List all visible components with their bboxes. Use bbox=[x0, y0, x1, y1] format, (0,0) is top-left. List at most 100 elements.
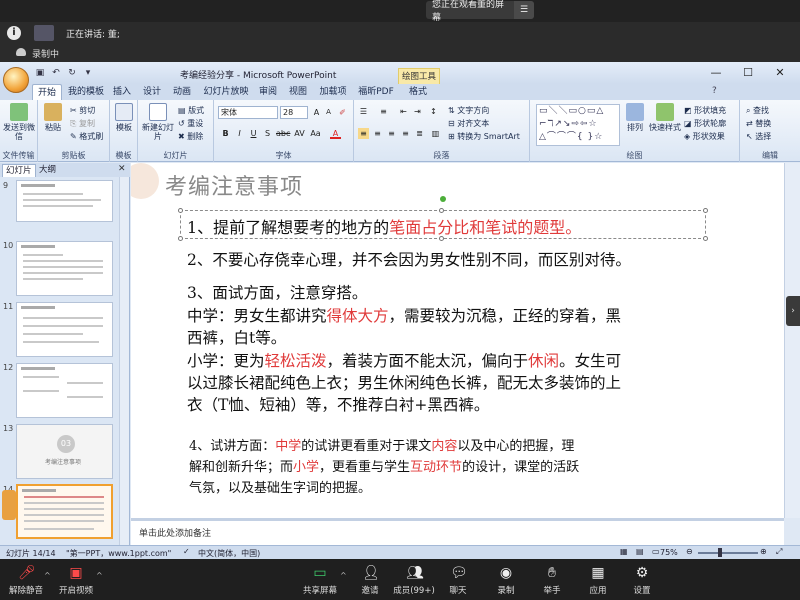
slide-canvas[interactable]: 考编注意事项 1、提前了解想要考的地方的笔面占分比和笔试的题型。 2、不要心存侥… bbox=[131, 163, 784, 518]
align-text-button[interactable]: ⊟ 对齐文本 bbox=[448, 118, 489, 129]
close-icon[interactable]: ✕ bbox=[764, 65, 796, 81]
slide-thumbnail-selected[interactable] bbox=[16, 484, 113, 539]
cut-button[interactable]: ✂ 剪切 bbox=[70, 105, 95, 116]
resize-handle[interactable] bbox=[703, 236, 708, 241]
shadow-icon[interactable]: S bbox=[262, 128, 273, 139]
normal-view-icon[interactable]: ▦ bbox=[620, 547, 628, 556]
columns-icon[interactable]: ▥ bbox=[430, 128, 441, 139]
tab-design[interactable]: 设计 bbox=[140, 84, 164, 100]
zoom-slider-thumb[interactable] bbox=[718, 548, 722, 557]
font-size-select[interactable]: 28 bbox=[280, 106, 308, 119]
chevron-up-icon[interactable]: ^ bbox=[340, 571, 347, 580]
slideshow-view-icon[interactable]: ▭ bbox=[652, 547, 660, 556]
distributed-icon[interactable]: ≣ bbox=[414, 128, 425, 139]
underline-icon[interactable]: U bbox=[248, 128, 259, 139]
new-slide-button[interactable]: 新建幻灯片 bbox=[141, 103, 175, 141]
item-3-primary-school[interactable]: 小学：更为轻松活泼，着装方面不能太沉，偏向于休闲。女生可 以过膝长裙配纯色上衣；… bbox=[187, 350, 621, 416]
tab-foxit-pdf[interactable]: 福昕PDF bbox=[356, 84, 396, 100]
smartart-button[interactable]: ⊞ 转换为 SmartArt bbox=[448, 131, 520, 142]
menu-icon[interactable]: ☰ bbox=[514, 1, 534, 19]
tab-my-templates[interactable]: 我的模板 bbox=[66, 84, 106, 100]
strikethrough-icon[interactable]: abc bbox=[276, 128, 290, 139]
resize-handle[interactable] bbox=[703, 208, 708, 213]
shape-outline-button[interactable]: ◪ 形状轮廓 bbox=[684, 118, 726, 129]
resize-handle[interactable] bbox=[178, 208, 183, 213]
text-direction-button[interactable]: ⇅ 文字方向 bbox=[448, 105, 489, 116]
item-3-heading[interactable]: 3、面试方面，注意穿搭。 bbox=[187, 281, 367, 303]
spellcheck-icon[interactable]: ✓ bbox=[183, 547, 190, 556]
notes-pane[interactable]: 单击此处添加备注 bbox=[131, 518, 784, 545]
replace-button[interactable]: ⇄ 替换 bbox=[746, 118, 771, 129]
raise-hand-button[interactable]: ✋︎ 举手 bbox=[536, 565, 568, 596]
chat-button[interactable]: 💬︎ 聊天 bbox=[442, 565, 474, 596]
tab-review[interactable]: 审阅 bbox=[256, 84, 280, 100]
start-video-button[interactable]: ▣ 开启视频 bbox=[56, 565, 96, 596]
slide-thumbnail[interactable] bbox=[16, 363, 113, 418]
line-spacing-icon[interactable]: ↕ bbox=[428, 106, 439, 117]
font-name-select[interactable]: 宋体 bbox=[218, 106, 278, 119]
format-painter-button[interactable]: ✎ 格式刷 bbox=[70, 131, 103, 142]
send-to-wechat-button[interactable]: 发送到微信 bbox=[3, 103, 35, 141]
rotate-handle[interactable] bbox=[440, 196, 446, 202]
side-tab-handle[interactable] bbox=[2, 490, 16, 520]
slide-thumbnail[interactable]: 03 考编注意事项 bbox=[16, 424, 113, 479]
tab-slideshow[interactable]: 幻灯片放映 bbox=[202, 84, 250, 100]
save-icon[interactable]: ▣ bbox=[34, 67, 46, 79]
close-icon[interactable]: ✕ bbox=[118, 164, 126, 174]
share-banner[interactable]: 您正在观看董的屏幕 ☰ bbox=[426, 0, 534, 23]
align-center-icon[interactable]: ≡ bbox=[372, 128, 383, 139]
item-2[interactable]: 2、不要心存侥幸心理，并不会因为男女性别不同，而区别对待。 bbox=[187, 248, 631, 270]
select-button[interactable]: ↖ 选择 bbox=[746, 131, 771, 142]
fit-window-icon[interactable]: ⤢ bbox=[776, 547, 782, 557]
zoom-slider[interactable] bbox=[698, 552, 758, 554]
slide-thumbnail[interactable] bbox=[16, 180, 113, 222]
font-color-icon[interactable]: A bbox=[330, 128, 341, 139]
bold-icon[interactable]: B bbox=[220, 128, 231, 139]
grow-font-icon[interactable]: A bbox=[311, 107, 322, 118]
template-button[interactable]: 模板 bbox=[113, 103, 135, 132]
office-button[interactable] bbox=[3, 67, 29, 93]
chevron-up-icon[interactable]: ^ bbox=[96, 571, 103, 580]
slide-thumbnail[interactable] bbox=[16, 241, 113, 296]
tab-view[interactable]: 视图 bbox=[286, 84, 310, 100]
minimize-icon[interactable]: — bbox=[700, 65, 732, 81]
slide-thumbnail[interactable] bbox=[16, 302, 113, 357]
resize-handle[interactable] bbox=[178, 236, 183, 241]
delete-slide-button[interactable]: ✖ 删除 bbox=[178, 131, 203, 142]
expand-panel-icon[interactable]: › bbox=[786, 296, 800, 326]
paste-button[interactable]: 粘贴 bbox=[41, 103, 65, 132]
justify-icon[interactable]: ≡ bbox=[400, 128, 411, 139]
shrink-font-icon[interactable]: A bbox=[323, 107, 334, 118]
tab-home[interactable]: 开始 bbox=[32, 84, 62, 100]
tab-animation[interactable]: 动画 bbox=[170, 84, 194, 100]
item-3-middle-school[interactable]: 中学：男女生都讲究得体大方，需要较为沉稳，正经的穿着，黑 西裤，白t等。 bbox=[187, 305, 621, 349]
reset-button[interactable]: ↺ 重设 bbox=[178, 118, 203, 129]
maximize-icon[interactable]: ☐ bbox=[732, 65, 764, 81]
tab-format[interactable]: 格式 bbox=[404, 84, 432, 100]
shape-effects-button[interactable]: ◈ 形状效果 bbox=[684, 131, 725, 142]
change-case-icon[interactable]: Aa bbox=[310, 128, 321, 139]
slide-title[interactable]: 考编注意事项 bbox=[165, 169, 303, 201]
settings-button[interactable]: ⚙︎ 设置 bbox=[626, 565, 658, 596]
help-icon[interactable]: ? bbox=[712, 86, 717, 96]
item-4[interactable]: 4、试讲方面：中学的试讲更看重对于课文内容以及中心的把握，理 解和创新升华；而小… bbox=[189, 436, 579, 499]
item-1[interactable]: 1、提前了解想要考的地方的笔面占分比和笔试的题型。 bbox=[187, 214, 581, 238]
align-right-icon[interactable]: ≡ bbox=[386, 128, 397, 139]
tab-insert[interactable]: 插入 bbox=[110, 84, 134, 100]
invite-button[interactable]: 👤︎ 邀请 bbox=[352, 565, 388, 596]
undo-icon[interactable]: ↶ bbox=[50, 67, 62, 79]
align-left-icon[interactable]: ≡ bbox=[358, 128, 369, 139]
decrease-indent-icon[interactable]: ⇤ bbox=[398, 106, 409, 117]
unmute-button[interactable]: 🎤︎ 解除静音 bbox=[6, 565, 46, 596]
char-spacing-icon[interactable]: AV bbox=[294, 128, 305, 139]
arrange-button[interactable]: 排列 bbox=[624, 103, 646, 132]
members-button[interactable]: 👥︎ 成员(99+) bbox=[392, 565, 436, 596]
increase-indent-icon[interactable]: ⇥ bbox=[412, 106, 423, 117]
tab-addins[interactable]: 加载项 bbox=[316, 84, 350, 100]
find-button[interactable]: ⌕ 查找 bbox=[746, 105, 769, 116]
info-icon[interactable]: i bbox=[7, 26, 21, 40]
layout-button[interactable]: ▤ 版式 bbox=[178, 105, 204, 116]
tab-slides[interactable]: 幻灯片 bbox=[2, 164, 36, 177]
zoom-level[interactable]: 75% bbox=[660, 548, 678, 557]
numbering-icon[interactable]: ≡ bbox=[378, 106, 389, 117]
